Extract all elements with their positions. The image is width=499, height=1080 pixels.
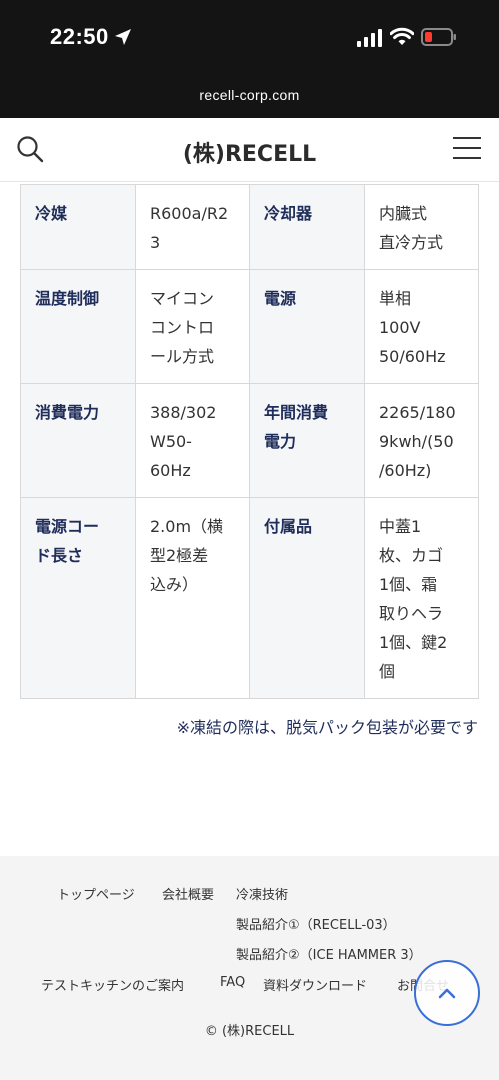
- footer-link-faq[interactable]: FAQ: [220, 975, 245, 990]
- spec-label: 電源コー ド長さ: [20, 497, 136, 699]
- footer-link-kitchen[interactable]: テストキッチンのご案内: [41, 975, 184, 994]
- browser-url-bar[interactable]: recell-corp.com: [0, 72, 499, 118]
- spec-value: 2265/180 9kwh/(50/60Hz): [364, 383, 479, 498]
- spec-row: 消費電力 388/302 W50- 60Hz 年間消費 電力 2265/180 9kwh/(5…: [20, 383, 479, 498]
- spec-table: 冷媒 R600a/R2 3 冷却器 内臓式 直冷方式 温度制御 マイコン コントロ ール方式 電源単…: [20, 184, 479, 699]
- spec-label: 付属品: [249, 497, 365, 699]
- battery-low-icon: [421, 28, 456, 46]
- back-to-top-button[interactable]: [414, 960, 480, 1026]
- site-header: (株)RECELL: [0, 118, 499, 182]
- spec-value: 2.0m（横 型2極差 込み）: [135, 497, 250, 699]
- footer-link-top[interactable]: トップページ: [57, 884, 135, 903]
- spec-value: 388/302 W50- 60Hz: [135, 383, 250, 498]
- spec-value: R600a/R2 3: [135, 184, 250, 270]
- copyright: © (株)RECELL: [204, 1024, 295, 1039]
- footer-link-company[interactable]: 会社概要: [162, 884, 214, 903]
- spec-value: 内臓式 直冷方式: [364, 184, 479, 270]
- spec-row: 温度制御 マイコン コントロ ール方式 電源 単相 100V 50/60Hz: [20, 269, 479, 384]
- spec-label: 消費電力: [20, 383, 136, 498]
- packaging-note: ※凍結の際は、脱気パック包装が必要です: [176, 718, 478, 737]
- spec-label: 冷媒: [20, 184, 136, 270]
- spec-value: 単相 100V 50/60Hz: [364, 269, 479, 384]
- location-arrow-icon: [115, 29, 131, 45]
- spec-row: 電源コー ド長さ 2.0m（横 型2極差 込み） 付属品 中蓋1 枚、カゴ 1個、霜 取りヘラ 1個…: [20, 497, 479, 699]
- hamburger-menu-icon[interactable]: [453, 137, 481, 161]
- spec-label: 年間消費 電力: [249, 383, 365, 498]
- footer-link-product1[interactable]: 製品紹介①（RECELL-03）: [236, 914, 396, 933]
- footer-link-product2[interactable]: 製品紹介②（ICE HAMMER 3）: [236, 944, 422, 963]
- spec-label: 温度制御: [20, 269, 136, 384]
- url-text[interactable]: recell-corp.com: [0, 87, 499, 103]
- spec-value: 中蓋1 枚、カゴ 1個、霜 取りヘラ 1個、鍵2 個: [364, 497, 479, 699]
- site-brand[interactable]: (株)RECELL: [0, 136, 499, 168]
- chevron-up-icon: [438, 988, 456, 999]
- cellular-signal-icon: [357, 29, 382, 47]
- spec-label: 電源: [249, 269, 365, 384]
- spec-value: マイコン コントロ ール方式: [135, 269, 250, 384]
- status-bar: 22:50: [0, 0, 499, 72]
- footer-link-tech[interactable]: 冷凍技術: [236, 884, 288, 903]
- status-time: 22:50: [50, 24, 109, 49]
- wifi-icon: [390, 27, 414, 45]
- footer-link-download[interactable]: 資料ダウンロード: [263, 975, 367, 994]
- spec-row: 冷媒 R600a/R2 3 冷却器 内臓式 直冷方式: [20, 184, 479, 270]
- spec-label: 冷却器: [249, 184, 365, 270]
